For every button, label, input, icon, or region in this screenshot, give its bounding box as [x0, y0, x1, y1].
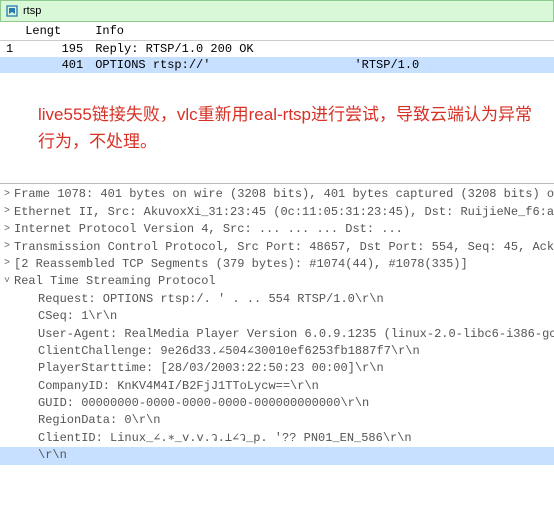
- tree-text: Ethernet II, Src: AkuvoxXi_31:23:45 (0c:…: [14, 204, 554, 221]
- tree-text: Request: OPTIONS rtsp:/. ' . .. 554 RTSP…: [14, 291, 554, 308]
- packet-details-tree: >Frame 1078: 401 bytes on wire (3208 bit…: [0, 184, 554, 466]
- col-length[interactable]: Lengt: [19, 22, 89, 41]
- tree-text: Real Time Streaming Protocol: [14, 273, 554, 290]
- tree-leaf[interactable]: RegionData: 0\r\n: [0, 412, 554, 429]
- packet-info: Reply: RTSP/1.0 200 OK: [89, 41, 554, 58]
- tree-leaf[interactable]: PlayerStarttime: [28/03/2003:22:50:23 00…: [0, 360, 554, 377]
- tree-text: Internet Protocol Version 4, Src: ... ..…: [14, 221, 554, 238]
- chevron-right-icon[interactable]: >: [0, 257, 14, 272]
- packet-list-table: Lengt Info 1195Reply: RTSP/1.0 200 OK401…: [0, 22, 554, 73]
- tree-leaf[interactable]: CompanyID: KnKV4M4I/B2FjJ1TToLycw==\r\n: [0, 378, 554, 395]
- bookmark-icon[interactable]: [5, 4, 19, 18]
- chevron-right-icon[interactable]: >: [0, 240, 14, 255]
- tree-branch[interactable]: >Internet Protocol Version 4, Src: ... .…: [0, 221, 554, 238]
- packet-list-header-row: Lengt Info: [0, 22, 554, 41]
- tree-text: ClientID: Linux_∠.∗_v.v.ว.⊥∠ว_p. '?? PN0…: [14, 430, 554, 447]
- packet-index: 1: [0, 41, 19, 58]
- tree-text: ClientChallenge: 9e26d33.∠504∠30010ef625…: [14, 343, 554, 360]
- chevron-down-icon[interactable]: ˅: [0, 275, 14, 290]
- chevron-right-icon[interactable]: >: [0, 188, 14, 203]
- chevron-right-icon[interactable]: >: [0, 205, 14, 220]
- user-annotation-text: live555链接失败，vlc重新用real-rtsp进行尝试，导致云端认为异常…: [0, 73, 554, 183]
- tree-text: CompanyID: KnKV4M4I/B2FjJ1TToLycw==\r\n: [14, 378, 554, 395]
- tree-text: CSeq: 1\r\n: [14, 308, 554, 325]
- packet-length: 195: [19, 41, 89, 58]
- tree-text: [2 Reassembled TCP Segments (379 bytes):…: [14, 256, 554, 273]
- display-filter-input[interactable]: [23, 5, 549, 17]
- tree-branch[interactable]: ˅Real Time Streaming Protocol: [0, 273, 554, 290]
- tree-leaf[interactable]: CSeq: 1\r\n: [0, 308, 554, 325]
- tree-leaf[interactable]: User-Agent: RealMedia Player Version 6.0…: [0, 326, 554, 343]
- tree-branch[interactable]: >Frame 1078: 401 bytes on wire (3208 bit…: [0, 186, 554, 203]
- tree-leaf[interactable]: GUID: 00000000-0000-0000-0000-0000000000…: [0, 395, 554, 412]
- tree-leaf[interactable]: ClientChallenge: 9e26d33.∠504∠30010ef625…: [0, 343, 554, 360]
- tree-leaf[interactable]: Request: OPTIONS rtsp:/. ' . .. 554 RTSP…: [0, 291, 554, 308]
- tree-text: GUID: 00000000-0000-0000-0000-0000000000…: [14, 395, 554, 412]
- col-info[interactable]: Info: [89, 22, 554, 41]
- tree-branch[interactable]: >Ethernet II, Src: AkuvoxXi_31:23:45 (0c…: [0, 204, 554, 221]
- chevron-right-icon[interactable]: >: [0, 223, 14, 238]
- packet-length: 401: [19, 57, 89, 73]
- tree-text: User-Agent: RealMedia Player Version 6.0…: [14, 326, 554, 343]
- packet-row[interactable]: 401OPTIONS rtsp://' 'RTSP/1.0: [0, 57, 554, 73]
- tree-branch[interactable]: >Transmission Control Protocol, Src Port…: [0, 239, 554, 256]
- packet-index: [0, 57, 19, 73]
- tree-text: Transmission Control Protocol, Src Port:…: [14, 239, 554, 256]
- col-index[interactable]: [0, 22, 19, 41]
- tree-leaf[interactable]: ClientID: Linux_∠.∗_v.v.ว.⊥∠ว_p. '?? PN0…: [0, 430, 554, 447]
- packet-info: OPTIONS rtsp://' 'RTSP/1.0: [89, 57, 554, 73]
- tree-branch[interactable]: >[2 Reassembled TCP Segments (379 bytes)…: [0, 256, 554, 273]
- packet-row[interactable]: 1195Reply: RTSP/1.0 200 OK: [0, 41, 554, 58]
- tree-text: RegionData: 0\r\n: [14, 412, 554, 429]
- display-filter-bar[interactable]: [0, 0, 554, 22]
- tree-text: Frame 1078: 401 bytes on wire (3208 bits…: [14, 186, 554, 203]
- tree-text: \r\n: [14, 447, 554, 464]
- tree-leaf[interactable]: \r\n: [0, 447, 554, 464]
- tree-text: PlayerStarttime: [28/03/2003:22:50:23 00…: [14, 360, 554, 377]
